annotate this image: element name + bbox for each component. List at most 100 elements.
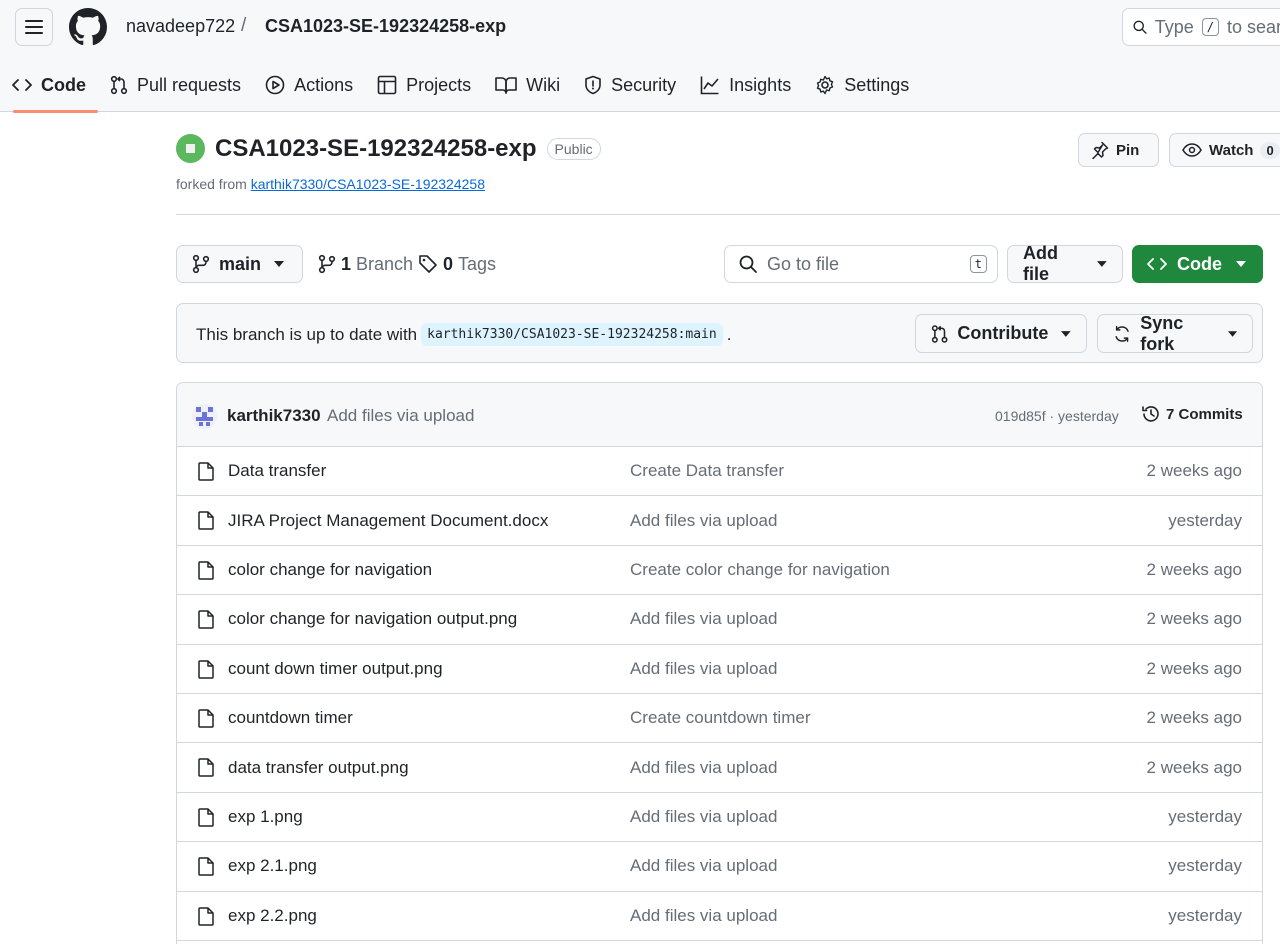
file-commit-message[interactable]: Add files via upload — [630, 807, 777, 827]
fork-status-bar: This branch is up to date with karthik73… — [176, 303, 1263, 363]
tab-pull-requests[interactable]: Pull requests — [98, 62, 253, 108]
file-name[interactable]: exp 1.png — [228, 807, 303, 827]
owner-link[interactable]: navadeep722 — [126, 16, 235, 37]
watch-label: Watch — [1209, 141, 1254, 159]
go-to-file-input[interactable]: Go to file t — [724, 245, 998, 283]
file-commit-message[interactable]: Add files via upload — [630, 758, 777, 778]
file-name[interactable]: exp 2.2.png — [228, 906, 317, 926]
file-name[interactable]: JIRA Project Management Document.docx — [228, 511, 548, 531]
file-row[interactable]: exp 1.png Add files via upload yesterday — [177, 793, 1262, 843]
file-commit-time: 2 weeks ago — [1146, 658, 1242, 678]
global-header: navadeep722 / CSA1023-SE-192324258-exp T… — [0, 0, 1280, 113]
github-logo-icon[interactable] — [69, 8, 107, 46]
global-search-input[interactable]: Type / to search — [1122, 8, 1280, 46]
tab-label: Code — [41, 74, 86, 95]
file-name[interactable]: count down timer output.png — [228, 659, 443, 679]
branches-link[interactable]: 1 Branch — [318, 245, 413, 283]
tag-label: Tags — [458, 253, 497, 274]
file-icon — [198, 758, 214, 778]
eye-icon — [1182, 143, 1202, 157]
file-name[interactable]: color change for navigation output.png — [228, 609, 517, 629]
file-commit-message[interactable]: Create countdown timer — [630, 708, 810, 728]
history-icon — [1142, 406, 1159, 422]
file-name[interactable]: Data transfer — [228, 461, 326, 481]
file-row[interactable]: JIRA Project Management Document.docx Add… — [177, 496, 1262, 546]
commit-author[interactable]: karthik7330 — [227, 406, 321, 426]
file-row[interactable]: countdown timer Create countdown timer 2 w… — [177, 694, 1262, 744]
fork-status-suffix: . — [726, 324, 732, 344]
file-commit-time: 2 weeks ago — [1146, 559, 1242, 579]
contribute-button[interactable]: Contribute — [915, 314, 1087, 353]
repo-title[interactable]: CSA1023-SE-192324258-exp — [215, 135, 537, 163]
tab-settings[interactable]: Settings — [803, 62, 921, 108]
file-commit-message[interactable]: Add files via upload — [630, 659, 777, 679]
file-commit-message[interactable]: Add files via upload — [630, 609, 777, 629]
file-icon — [198, 857, 214, 876]
shield-icon — [585, 75, 601, 95]
repo-link[interactable]: CSA1023-SE-192324258-exp — [265, 16, 506, 37]
file-row[interactable]: Data transfer Create Data transfer 2 weeks… — [177, 447, 1262, 497]
search-label-suffix: to search — [1226, 16, 1280, 37]
commits-count-label: 7 Commits — [1166, 405, 1243, 423]
tab-actions[interactable]: Actions — [253, 62, 365, 108]
file-name[interactable]: color change for navigation — [228, 560, 432, 580]
repo-owner-avatar[interactable] — [176, 134, 205, 163]
file-row[interactable]: color change for navigation Create color … — [177, 546, 1262, 596]
forked-prefix: forked from — [176, 176, 247, 192]
tags-link[interactable]: 0 Tags — [418, 245, 496, 283]
file-name[interactable]: countdown timer — [228, 708, 353, 728]
watch-button[interactable]: Watch 0 — [1169, 133, 1280, 167]
contribute-label: Contribute — [957, 323, 1049, 343]
commit-sha-time[interactable]: 019d85f · yesterday — [995, 408, 1119, 424]
tab-projects[interactable]: Projects — [365, 62, 483, 108]
add-file-button[interactable]: Add file — [1007, 243, 1123, 284]
caret-down-icon — [1236, 261, 1246, 267]
file-icon-wrap — [198, 610, 214, 634]
branch-selector[interactable]: main — [176, 245, 303, 283]
menu-button[interactable] — [15, 8, 53, 46]
tag-count: 0 — [443, 253, 454, 274]
identicon-avatar-icon — [192, 404, 217, 429]
tab-code[interactable]: Code — [0, 62, 98, 113]
tab-wiki[interactable]: Wiki — [483, 62, 572, 108]
file-row[interactable]: exp 2.1.png Add files via upload yesterday — [177, 842, 1262, 892]
pull-request-icon — [110, 75, 128, 95]
file-commit-time: 2 weeks ago — [1146, 757, 1242, 777]
branch-count: 1 — [341, 253, 352, 274]
file-commit-time: yesterday — [1168, 510, 1242, 530]
code-label: Code — [1177, 253, 1222, 274]
commits-link[interactable]: 7 Commits — [1141, 404, 1243, 424]
file-icon-wrap — [198, 758, 214, 782]
file-icon — [198, 561, 214, 580]
file-name[interactable]: data transfer output.png — [228, 758, 409, 778]
search-shortcut-key: / — [1201, 18, 1219, 36]
go-to-file-placeholder: Go to file — [767, 253, 840, 274]
caret-down-icon — [274, 261, 285, 267]
forked-from-link[interactable]: karthik7330/CSA1023-SE-192324258 — [251, 176, 485, 192]
file-commit-message[interactable]: Add files via upload — [630, 906, 777, 926]
file-commit-message[interactable]: Add files via upload — [630, 856, 777, 876]
file-commit-message[interactable]: Add files via upload — [630, 511, 777, 531]
file-commit-message[interactable]: Create color change for navigation — [630, 560, 890, 580]
code-button[interactable]: Code — [1132, 245, 1263, 283]
pin-button[interactable]: Pin — [1078, 133, 1159, 167]
search-label-prefix: Type — [1154, 16, 1194, 37]
sync-fork-label: Sync fork — [1140, 312, 1184, 354]
upstream-ref[interactable]: karthik7330/CSA1023-SE-192324258:main — [421, 323, 723, 346]
commit-author-avatar[interactable] — [192, 404, 217, 429]
sync-fork-button[interactable]: Sync fork — [1097, 312, 1253, 354]
file-icon-wrap — [198, 462, 214, 486]
file-row[interactable]: count down timer output.png Add files via… — [177, 645, 1262, 694]
file-row[interactable]: data transfer output.png Add files via up… — [177, 743, 1262, 793]
tab-label: Insights — [729, 74, 792, 95]
file-row[interactable]: exp 2.2.png Add files via upload yesterday — [177, 892, 1262, 941]
commit-message[interactable]: Add files via upload — [327, 406, 474, 426]
file-name[interactable]: exp 2.1.png — [228, 856, 317, 876]
caret-down-icon — [1061, 330, 1071, 337]
file-commit-message[interactable]: Create Data transfer — [630, 461, 784, 481]
tab-security[interactable]: Security — [572, 62, 688, 108]
file-commit-time: yesterday — [1168, 905, 1242, 925]
tab-insights[interactable]: Insights — [688, 62, 803, 108]
file-row[interactable]: color change for navigation output.png Ad… — [177, 595, 1262, 645]
branch-label: Branch — [356, 253, 414, 274]
